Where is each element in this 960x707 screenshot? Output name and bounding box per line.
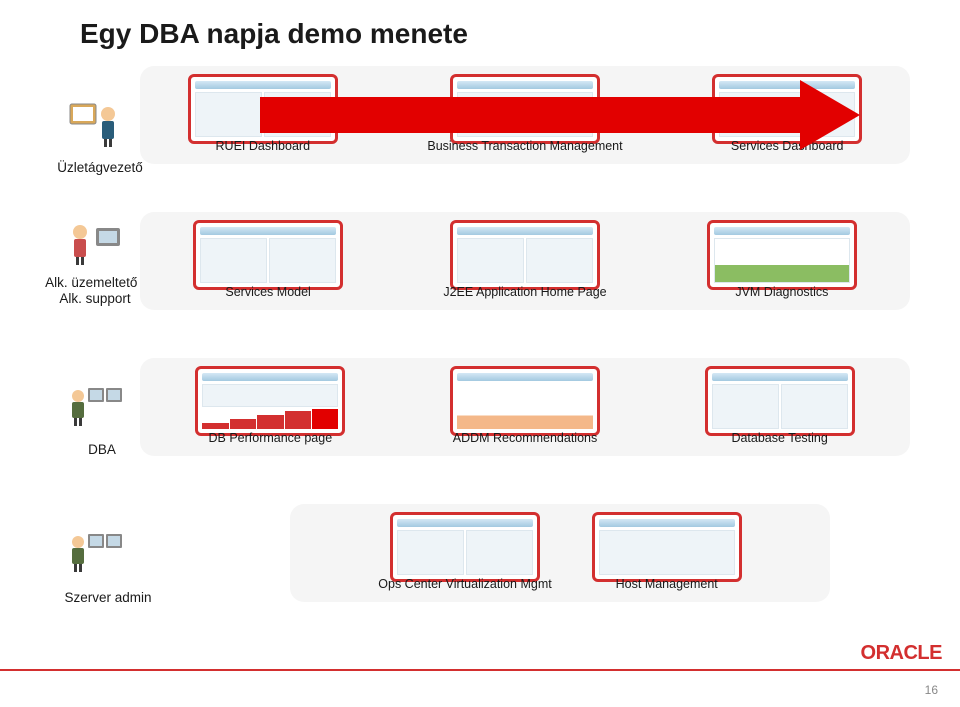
footer-divider [0, 669, 960, 671]
thumb-j2ee: J2EE Application Home Page [443, 220, 606, 302]
thumb-addm: ADDM Recommendations [450, 366, 600, 448]
row-server: Ops Center Virtualization Mgmt Host Mana… [290, 504, 830, 602]
role-label-support: Alk. üzemeltető / Alk. support [40, 275, 150, 307]
caption-addm: ADDM Recommendations [453, 431, 598, 445]
thumb-ops-center: Ops Center Virtualization Mgmt [378, 512, 551, 594]
caption-services-model: Services Model [225, 285, 310, 299]
caption-jvm: JVM Diagnostics [735, 285, 828, 299]
flow-arrow-icon [260, 75, 870, 155]
support-person-icon [66, 218, 126, 268]
thumb-db-testing: Database Testing [705, 366, 855, 448]
caption-ops-center: Ops Center Virtualization Mgmt [378, 577, 551, 591]
caption-db-testing: Database Testing [731, 431, 827, 445]
thumb-services-model: Services Model [193, 220, 343, 302]
row-apps: Services Model J2EE Application Home Pag… [140, 212, 910, 310]
caption-j2ee: J2EE Application Home Page [443, 285, 606, 299]
thumb-jvm: JVM Diagnostics [707, 220, 857, 302]
role-label-admin: Szerver admin [58, 590, 158, 606]
oracle-logo: ORACLE [861, 642, 942, 665]
slide-title: Egy DBA napja demo menete [80, 18, 468, 50]
admin-person-icon [66, 526, 126, 576]
row-db: DB Performance page ADDM Recommendations… [140, 358, 910, 456]
thumb-host-mgmt: Host Management [592, 512, 742, 594]
caption-db-perf: DB Performance page [208, 431, 332, 445]
businessman-icon [66, 100, 126, 150]
page-number: 16 [925, 683, 938, 697]
role-label-dba: DBA [72, 442, 132, 458]
caption-host-mgmt: Host Management [616, 577, 718, 591]
thumb-db-perf: DB Performance page [195, 366, 345, 448]
role-label-business: Üzletágvezető [50, 160, 150, 176]
dba-person-icon [66, 380, 126, 430]
